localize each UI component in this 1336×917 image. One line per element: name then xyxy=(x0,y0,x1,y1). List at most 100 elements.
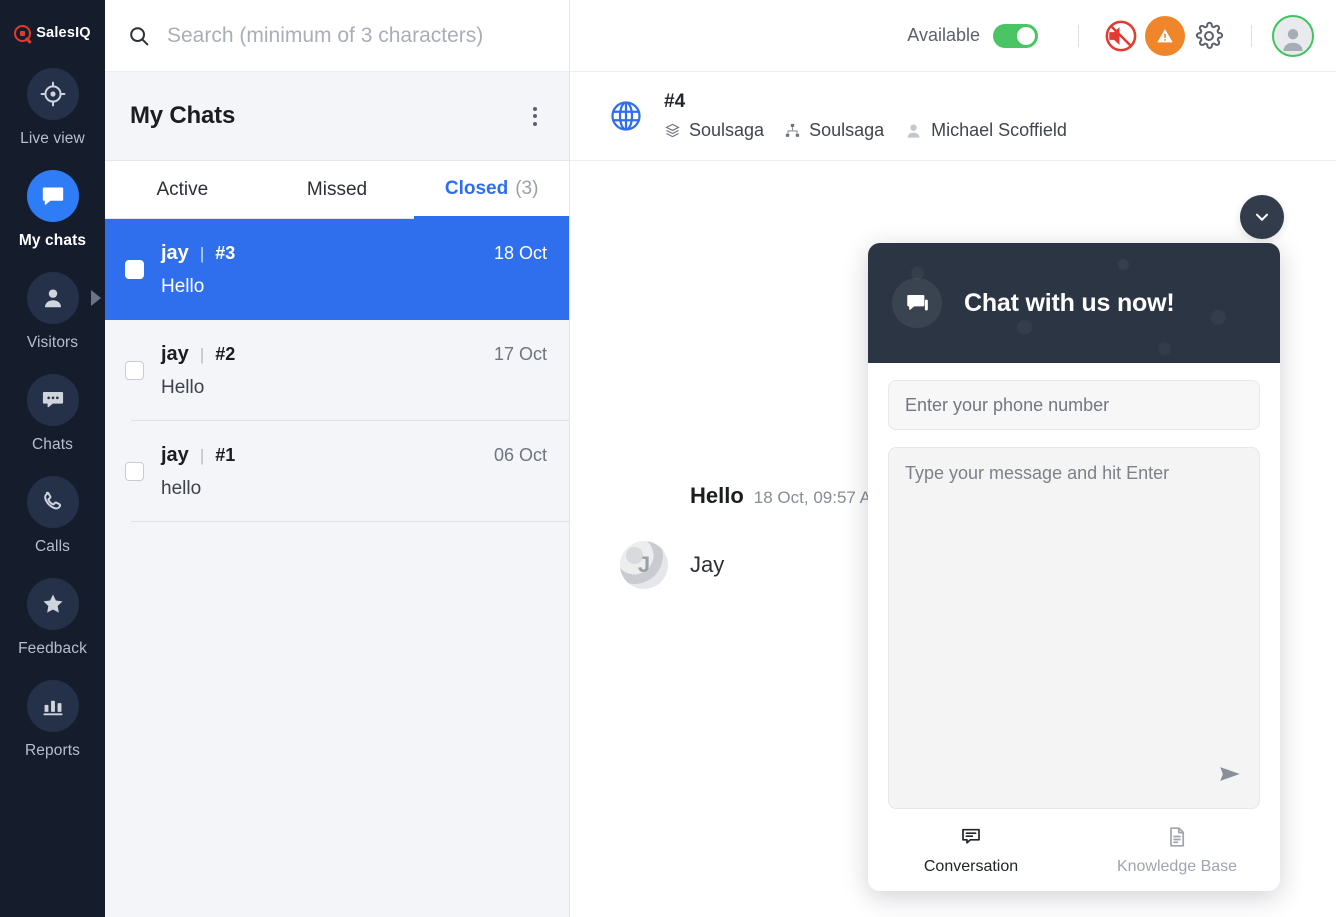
sidebar-item-label: Reports xyxy=(25,742,80,759)
bar-chart-icon xyxy=(26,680,79,732)
widget-header: Chat with us now! xyxy=(868,243,1280,363)
chat-row-checkbox[interactable] xyxy=(125,462,144,481)
chat-list-tabs: Active Missed Closed (3) xyxy=(105,161,570,219)
globe-icon xyxy=(608,98,644,134)
star-icon xyxy=(26,578,79,630)
chat-row-id: #2 xyxy=(215,343,236,364)
tab-label: Missed xyxy=(306,178,368,200)
chat-row-date: 06 Oct xyxy=(493,444,547,465)
avatar[interactable] xyxy=(1272,14,1314,57)
sidebar-item-feedback[interactable]: Feedback xyxy=(0,578,105,658)
chat-row-date: 17 Oct xyxy=(493,343,547,364)
tab-missed[interactable]: Missed xyxy=(259,161,415,219)
message-time: 18 Oct, 09:57 A xyxy=(753,488,871,507)
mute-speaker-icon[interactable] xyxy=(1099,14,1143,58)
message-textarea[interactable]: Type your message and hit Enter xyxy=(888,447,1260,809)
tab-label: Closed xyxy=(444,177,509,199)
chat-widget: Chat with us now! Enter your phone numbe… xyxy=(868,243,1280,891)
chat-list-item[interactable]: jay | #2 17 Oct Hello xyxy=(105,320,569,421)
search-icon[interactable] xyxy=(127,24,151,48)
chat-bubble-icon xyxy=(892,278,942,328)
chevron-down-icon xyxy=(1255,213,1269,221)
divider xyxy=(1078,24,1079,47)
tab-label: Active xyxy=(156,178,209,200)
chat-row-checkbox[interactable] xyxy=(125,260,144,279)
salesiq-logo: SalesIQ xyxy=(14,20,91,46)
avatar-initial: J xyxy=(637,552,651,577)
document-icon xyxy=(1170,826,1185,847)
availability-toggle[interactable] xyxy=(993,23,1038,48)
tag-department[interactable]: Soulsaga xyxy=(664,120,764,141)
widget-tabs: Conversation Knowledge Base xyxy=(868,809,1280,891)
tag-brand[interactable]: Soulsaga xyxy=(784,120,884,141)
sitemap-icon xyxy=(785,123,800,137)
sidebar-item-chats[interactable]: Chats xyxy=(0,374,105,454)
conversation-tags: Soulsaga Soulsaga Michael Scoffield xyxy=(664,120,1079,141)
tag-operator[interactable]: Michael Scoffield xyxy=(904,120,1067,141)
page-title: My Chats xyxy=(130,102,236,129)
chat-row-top: jay | #2 17 Oct xyxy=(161,343,547,366)
sidebar-item-label: Chats xyxy=(32,436,73,453)
sidebar-item-calls[interactable]: Calls xyxy=(0,476,105,556)
chat-row-date: 18 Oct xyxy=(493,242,547,263)
widget-tab-knowledge-base[interactable]: Knowledge Base xyxy=(1074,825,1280,876)
tab-active[interactable]: Active xyxy=(105,161,260,219)
sidebar-item-label: Visitors xyxy=(26,334,79,351)
chat-row-name: jay xyxy=(161,342,189,365)
widget-tab-label: Conversation xyxy=(923,857,1019,875)
chat-row-top: jay | #3 18 Oct xyxy=(161,242,547,265)
sidebar-item-visitors[interactable]: Visitors xyxy=(0,272,105,352)
search-input[interactable] xyxy=(167,23,527,48)
chat-list-item[interactable]: jay | #3 18 Oct Hello xyxy=(105,219,569,320)
tag-label: Soulsaga xyxy=(809,120,885,140)
chat-row-divider: | xyxy=(199,243,205,263)
phone-placeholder: Enter your phone number xyxy=(905,394,1110,415)
message-placeholder: Type your message and hit Enter xyxy=(905,463,1170,483)
transcript-sender: J Jay xyxy=(620,541,724,589)
tab-count: (3) xyxy=(515,177,539,199)
sidebar-item-reports[interactable]: Reports xyxy=(0,680,105,760)
conversation-meta: #4 Soulsaga Soulsaga Michael Scoffield xyxy=(664,91,1079,141)
sidebar-item-live-view[interactable]: Live view xyxy=(0,68,105,148)
widget-tab-conversation[interactable]: Conversation xyxy=(868,825,1074,876)
collapse-button[interactable] xyxy=(1240,195,1284,239)
sidebar-item-label: My chats xyxy=(18,232,87,249)
sidebar-item-my-chats[interactable]: My chats xyxy=(0,170,105,250)
widget-tab-label: Knowledge Base xyxy=(1116,857,1238,875)
conversation-icon xyxy=(962,828,980,844)
avatar: J xyxy=(620,541,668,589)
chevron-right-icon xyxy=(91,290,101,306)
salesiq-logo-icon xyxy=(14,24,32,42)
row-separator xyxy=(131,521,569,522)
chat-row-divider: | xyxy=(199,344,205,364)
conversation-id: #4 xyxy=(664,91,686,112)
chat-list-item[interactable]: jay | #1 06 Oct hello xyxy=(105,421,569,522)
chat-row-body: jay | #2 17 Oct Hello xyxy=(161,343,547,399)
search-bar xyxy=(105,0,569,72)
send-icon[interactable] xyxy=(1217,761,1243,792)
left-nav-rail: SalesIQ Live view My chats Visitors Chat… xyxy=(0,0,105,917)
sidebar-item-label: Feedback xyxy=(18,640,87,657)
tag-label: Soulsaga xyxy=(689,120,765,140)
phone-icon xyxy=(26,476,79,528)
top-bar: Available xyxy=(570,0,1336,72)
conversation-header: #4 Soulsaga Soulsaga Michael Scoffield xyxy=(570,72,1336,161)
sidebar-item-label: Calls xyxy=(35,538,70,555)
person-icon xyxy=(26,272,79,324)
chat-row-id: #3 xyxy=(215,242,236,263)
widget-title: Chat with us now! xyxy=(964,288,1175,317)
chat-row-checkbox[interactable] xyxy=(125,361,144,380)
availability-control: Available xyxy=(907,23,1038,48)
warning-triangle-icon[interactable] xyxy=(1143,14,1187,58)
availability-label: Available xyxy=(907,25,980,45)
chat-row-top: jay | #1 06 Oct xyxy=(161,444,547,467)
chat-dots-icon xyxy=(26,374,79,426)
gear-icon[interactable] xyxy=(1187,14,1231,58)
phone-input[interactable]: Enter your phone number xyxy=(888,380,1260,430)
salesiq-app: SalesIQ Live view My chats Visitors Chat… xyxy=(0,0,1336,917)
more-options-icon[interactable] xyxy=(527,101,543,132)
widget-body: Enter your phone number Type your messag… xyxy=(868,363,1280,809)
tab-closed[interactable]: Closed (3) xyxy=(414,161,570,219)
person-icon xyxy=(907,124,920,138)
chat-row-message: Hello xyxy=(161,275,205,297)
